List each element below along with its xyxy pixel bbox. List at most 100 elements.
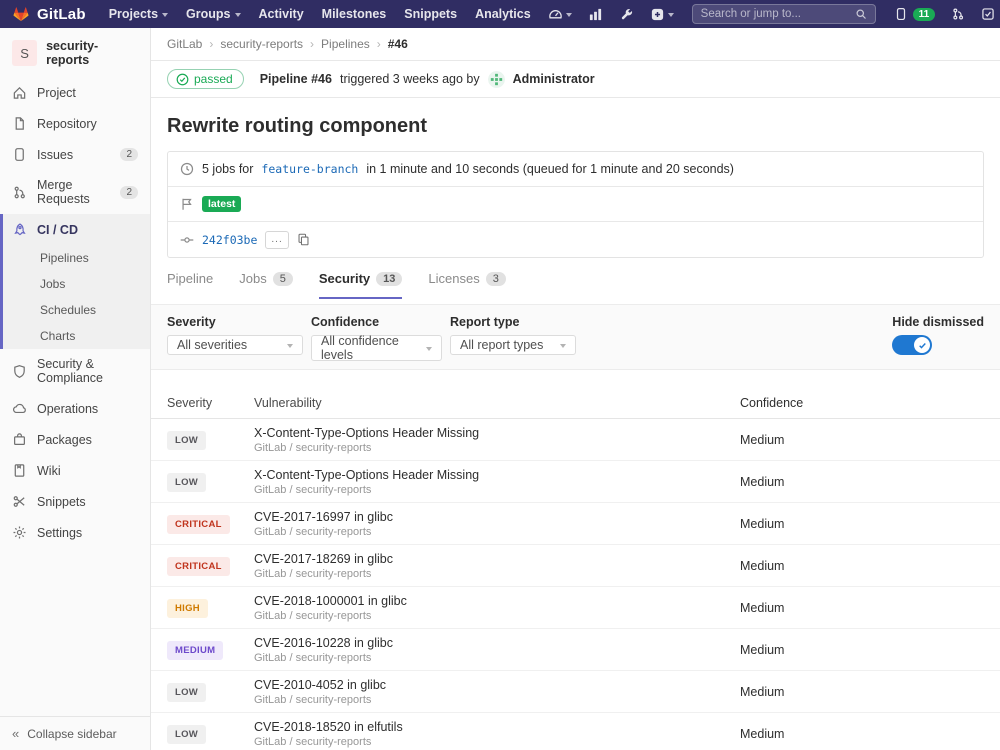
wrench-icon [619, 7, 634, 22]
severity-badge: HIGH [167, 599, 208, 618]
todo-check-icon [981, 7, 995, 21]
nav-analytics[interactable]: Analytics [466, 0, 540, 28]
vulnerability-row[interactable]: LOW X-Content-Type-Options Header Missin… [151, 461, 1000, 503]
breadcrumb-gitlab[interactable]: GitLab [167, 37, 202, 51]
author-name[interactable]: Administrator [513, 72, 595, 86]
merge-requests-dashboard-button[interactable] [943, 0, 973, 28]
severity-badge: LOW [167, 725, 206, 744]
severity-badge: CRITICAL [167, 515, 230, 534]
confidence-dropdown[interactable]: All confidence levels [311, 335, 442, 361]
sidebar-item-merge-requests[interactable]: Merge Requests 2 [0, 170, 150, 214]
licenses-count-badge: 3 [486, 272, 506, 286]
gitlab-home-link[interactable]: GitLab [12, 5, 86, 23]
sidebar-item-charts[interactable]: Charts [3, 323, 150, 349]
admin-area-button[interactable] [611, 0, 642, 28]
plus-square-icon [650, 7, 665, 22]
main-content: GitLab › security-reports › Pipelines › … [151, 28, 1000, 750]
rocket-icon [12, 222, 27, 237]
sidebar-project-header[interactable]: S security-reports [0, 28, 150, 77]
confidence-value: Medium [740, 643, 984, 657]
severity-dropdown[interactable]: All severities [167, 335, 303, 355]
sidebar-item-project[interactable]: Project [0, 77, 150, 108]
hide-dismissed-toggle[interactable] [892, 335, 932, 355]
commit-sha-link[interactable]: 242f03be [202, 233, 257, 247]
vulnerability-title: X-Content-Type-Options Header Missing [254, 468, 740, 482]
issues-icon [12, 147, 27, 162]
vulnerability-title: X-Content-Type-Options Header Missing [254, 426, 740, 440]
vulnerability-row[interactable]: CRITICAL CVE-2017-16997 in glibc GitLab … [151, 503, 1000, 545]
sidebar-item-ci-cd[interactable]: CI / CD [3, 214, 150, 245]
nav-activity[interactable]: Activity [250, 0, 313, 28]
confidence-value: Medium [740, 727, 984, 741]
global-search[interactable] [692, 4, 876, 24]
search-icon [855, 8, 867, 20]
tab-jobs[interactable]: Jobs 5 [239, 271, 293, 299]
check-circle-icon [176, 73, 189, 86]
breadcrumb-project[interactable]: security-reports [220, 37, 303, 51]
expand-commit-button[interactable]: ... [265, 231, 288, 249]
vulnerability-row[interactable]: LOW CVE-2010-4052 in glibc GitLab / secu… [151, 671, 1000, 713]
clock-icon [180, 162, 194, 176]
sidebar-item-issues[interactable]: Issues 2 [0, 139, 150, 170]
vulnerability-row[interactable]: LOW X-Content-Type-Options Header Missin… [151, 419, 1000, 461]
security-count-badge: 13 [376, 272, 402, 286]
nav-snippets[interactable]: Snippets [395, 0, 466, 28]
sidebar-item-settings[interactable]: Settings [0, 517, 150, 548]
project-name: security-reports [46, 39, 138, 67]
new-menu-button[interactable] [642, 0, 682, 28]
gitlab-logo-icon [12, 5, 30, 23]
vulnerability-row[interactable]: MEDIUM CVE-2016-10228 in glibc GitLab / … [151, 629, 1000, 671]
sidebar-item-repository[interactable]: Repository [0, 108, 150, 139]
severity-badge: CRITICAL [167, 557, 230, 576]
report-type-dropdown[interactable]: All report types [450, 335, 576, 355]
vulnerabilities-table: Severity Vulnerability Confidence LOW X-… [151, 388, 1000, 750]
branch-link[interactable]: feature-branch [261, 162, 358, 176]
sidebar-item-snippets[interactable]: Snippets [0, 486, 150, 517]
vulnerability-project: GitLab / security-reports [254, 736, 740, 748]
issues-dashboard-button[interactable]: 11 [886, 0, 944, 28]
charts-button[interactable] [580, 0, 611, 28]
copy-commit-icon[interactable] [297, 233, 310, 246]
pipeline-status-badge[interactable]: passed [167, 69, 244, 89]
sidebar-item-wiki[interactable]: Wiki [0, 455, 150, 486]
confidence-value: Medium [740, 433, 984, 447]
issues-icon [894, 7, 908, 21]
sidebar-item-operations[interactable]: Operations [0, 393, 150, 424]
vulnerability-project: GitLab / security-reports [254, 568, 740, 580]
pipeline-duration-row: 5 jobs for feature-branch in 1 minute an… [168, 152, 983, 187]
issues-count-badge: 11 [913, 8, 936, 21]
confidence-value: Medium [740, 601, 984, 615]
sidebar-item-security-compliance[interactable]: Security & Compliance [0, 349, 150, 393]
vulnerability-row[interactable]: HIGH CVE-2018-1000001 in glibc GitLab / … [151, 587, 1000, 629]
vulnerability-title: CVE-2017-16997 in glibc [254, 510, 740, 524]
nav-groups[interactable]: Groups [177, 0, 249, 28]
dashboards-menu-button[interactable] [540, 0, 580, 28]
tab-pipeline[interactable]: Pipeline [167, 271, 213, 299]
confidence-value: Medium [740, 475, 984, 489]
search-input[interactable] [701, 8, 855, 20]
vulnerability-project: GitLab / security-reports [254, 694, 740, 706]
project-avatar: S [12, 40, 37, 66]
latest-badge: latest [202, 196, 241, 212]
package-icon [12, 432, 27, 447]
sidebar-item-pipelines[interactable]: Pipelines [3, 245, 150, 271]
vulnerability-project: GitLab / security-reports [254, 442, 740, 454]
breadcrumb-pipelines[interactable]: Pipelines [321, 37, 370, 51]
home-icon [12, 85, 27, 100]
nav-projects[interactable]: Projects [100, 0, 177, 28]
tab-licenses[interactable]: Licenses 3 [428, 271, 505, 299]
vulnerability-row[interactable]: CRITICAL CVE-2017-18269 in glibc GitLab … [151, 545, 1000, 587]
sidebar-item-jobs[interactable]: Jobs [3, 271, 150, 297]
vulnerability-project: GitLab / security-reports [254, 652, 740, 664]
sidebar-item-packages[interactable]: Packages [0, 424, 150, 455]
pipeline-triggered-text: triggered 3 weeks ago by [340, 72, 480, 86]
vulnerability-row[interactable]: LOW CVE-2018-18520 in elfutils GitLab / … [151, 713, 1000, 750]
tab-security[interactable]: Security 13 [319, 271, 403, 299]
collapse-sidebar-button[interactable]: « Collapse sidebar [0, 716, 150, 750]
hide-dismissed-filter: Hide dismissed [892, 315, 984, 355]
severity-badge: MEDIUM [167, 641, 223, 660]
sidebar-item-schedules[interactable]: Schedules [3, 297, 150, 323]
nav-milestones[interactable]: Milestones [313, 0, 396, 28]
todos-button[interactable]: 15 [973, 0, 1000, 28]
merge-request-icon [12, 185, 27, 200]
